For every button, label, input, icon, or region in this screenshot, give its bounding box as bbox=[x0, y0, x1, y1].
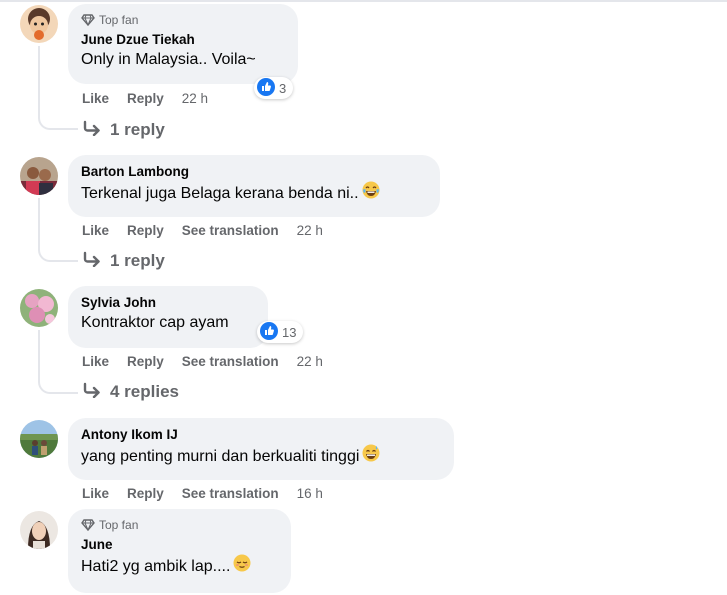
avatar[interactable] bbox=[20, 289, 58, 327]
comment-bubble: Antony Ikom IJ yang penting murni dan be… bbox=[68, 418, 454, 480]
reply-arrow-icon bbox=[82, 120, 102, 141]
reply-button[interactable]: Reply bbox=[127, 223, 164, 238]
like-icon bbox=[257, 77, 275, 99]
reply-arrow-icon bbox=[82, 251, 102, 272]
diamond-icon bbox=[81, 519, 95, 531]
comment-author[interactable]: Barton Lambong bbox=[81, 163, 427, 180]
see-translation-button[interactable]: See translation bbox=[182, 354, 279, 369]
thread-line bbox=[38, 198, 40, 248]
thread-connector bbox=[38, 116, 78, 130]
reply-button[interactable]: Reply bbox=[127, 91, 164, 106]
comment-text: Kontraktor cap ayam bbox=[81, 314, 229, 331]
comment-bubble: Top fan June Dzue Tiekah Only in Malaysi… bbox=[68, 4, 298, 84]
diamond-icon bbox=[81, 14, 95, 26]
see-translation-button[interactable]: See translation bbox=[182, 486, 279, 501]
reply-button[interactable]: Reply bbox=[127, 354, 164, 369]
comment-text: Only in Malaysia.. Voila~ bbox=[81, 51, 256, 68]
relieved-face-emoji bbox=[233, 554, 251, 579]
like-button[interactable]: Like bbox=[82, 486, 109, 501]
comment-bubble: Top fan June Hati2 yg ambik lap.... bbox=[68, 509, 291, 593]
view-replies-button[interactable]: 1 reply bbox=[82, 250, 165, 272]
top-divider bbox=[0, 0, 727, 2]
view-replies-button[interactable]: 4 replies bbox=[82, 381, 179, 403]
reaction-count: 13 bbox=[282, 324, 297, 340]
timestamp[interactable]: 16 h bbox=[297, 486, 323, 501]
replies-count: 1 reply bbox=[110, 120, 165, 139]
like-button[interactable]: Like bbox=[82, 354, 109, 369]
comment-author[interactable]: Sylvia John bbox=[81, 294, 255, 311]
reply-button[interactable]: Reply bbox=[127, 486, 164, 501]
comment-actions: Like Reply 22 h bbox=[82, 89, 208, 107]
avatar[interactable] bbox=[20, 157, 58, 195]
comment-actions: Like Reply See translation 16 h bbox=[82, 484, 323, 502]
laughing-tears-emoji bbox=[362, 181, 380, 206]
comment-text: yang penting murni dan berkualiti tinggi bbox=[81, 444, 441, 469]
avatar[interactable] bbox=[20, 420, 58, 458]
avatar[interactable] bbox=[20, 511, 58, 549]
comment-author[interactable]: Antony Ikom IJ bbox=[81, 426, 441, 443]
reply-arrow-icon bbox=[82, 382, 102, 403]
thread-connector bbox=[38, 380, 78, 394]
reaction-summary[interactable]: 13 bbox=[257, 321, 304, 343]
thread-line bbox=[38, 330, 40, 380]
comment-author[interactable]: June bbox=[81, 536, 278, 553]
reaction-count: 3 bbox=[279, 80, 287, 96]
top-fan-badge: Top fan bbox=[81, 517, 278, 533]
like-icon bbox=[260, 321, 278, 343]
timestamp[interactable]: 22 h bbox=[297, 354, 323, 369]
replies-count: 4 replies bbox=[110, 382, 179, 401]
timestamp[interactable]: 22 h bbox=[182, 91, 208, 106]
badge-label: Top fan bbox=[99, 518, 139, 532]
thread-line bbox=[38, 46, 40, 116]
grinning-sweat-emoji bbox=[362, 444, 380, 469]
comment-bubble: Sylvia John Kontraktor cap ayam bbox=[68, 286, 268, 348]
comment-text: Hati2 yg ambik lap.... bbox=[81, 554, 278, 579]
like-button[interactable]: Like bbox=[82, 91, 109, 106]
view-replies-button[interactable]: 1 reply bbox=[82, 119, 165, 141]
comment-bubble: Barton Lambong Terkenal juga Belaga kera… bbox=[68, 155, 440, 217]
comment-author[interactable]: June Dzue Tiekah bbox=[81, 31, 285, 48]
comment-text: Terkenal juga Belaga kerana benda ni.. bbox=[81, 181, 427, 206]
replies-count: 1 reply bbox=[110, 251, 165, 270]
thread-connector bbox=[38, 248, 78, 262]
see-translation-button[interactable]: See translation bbox=[182, 223, 279, 238]
badge-label: Top fan bbox=[99, 13, 139, 27]
comment-actions: Like Reply See translation 22 h bbox=[82, 221, 323, 239]
avatar[interactable] bbox=[20, 5, 58, 43]
comment-actions: Like Reply See translation 22 h bbox=[82, 352, 323, 370]
like-button[interactable]: Like bbox=[82, 223, 109, 238]
top-fan-badge: Top fan bbox=[81, 12, 285, 28]
reaction-summary[interactable]: 3 bbox=[254, 77, 294, 99]
timestamp[interactable]: 22 h bbox=[297, 223, 323, 238]
